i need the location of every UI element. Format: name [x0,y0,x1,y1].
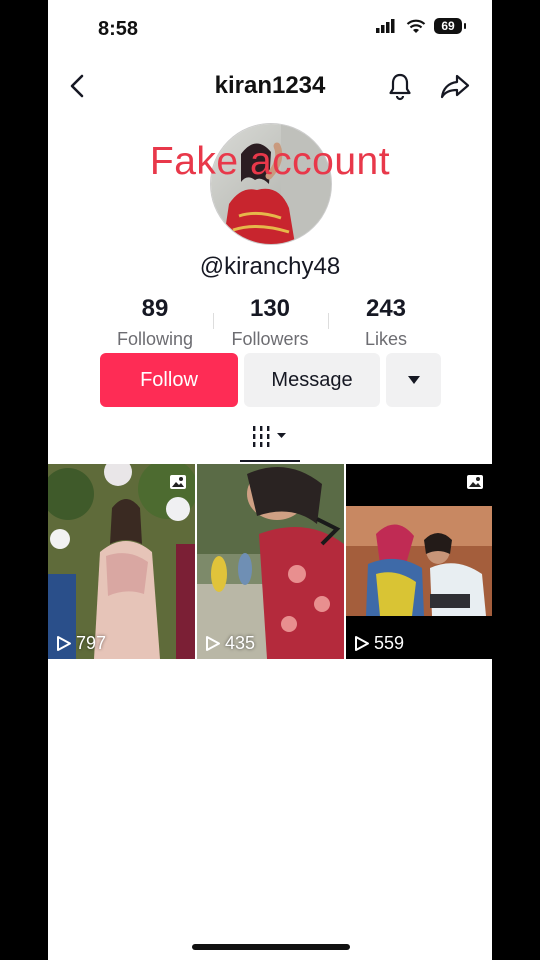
profile-stats: 89 Following 130 Followers 243 Likes [48,295,492,355]
stat-value: 130 [249,295,291,322]
view-count: 797 [56,633,106,654]
status-time: 8:58 [98,18,139,40]
nav-bar: kiran1234 [48,62,492,110]
stat-value: 243 [365,295,407,322]
bell-icon[interactable] [384,70,416,102]
more-options-button[interactable] [386,353,441,407]
overlay-caption: Fake account [149,140,391,183]
grid-icon [253,426,286,447]
play-icon [57,636,71,651]
view-count: 559 [354,633,404,654]
follow-button[interactable]: Follow [100,353,238,407]
tab-videos[interactable] [251,426,291,455]
status-icons: 69 [376,18,466,34]
stat-label: Followers [231,329,309,349]
battery-icon: 69 [434,18,466,34]
content-tabs [48,418,492,464]
home-indicator[interactable] [192,944,350,950]
video-thumbnail [346,464,492,659]
video-tile[interactable]: 559 [346,464,492,659]
profile-actions: Follow Message [48,353,492,409]
stat-label: Following [116,329,194,349]
play-icon [355,636,369,651]
video-tile[interactable]: 797 [48,464,195,659]
status-bar: 8:58 69 [48,0,492,58]
photo-post-icon [467,475,483,489]
view-count-value: 559 [374,633,405,653]
tab-indicator [240,460,300,462]
stat-following[interactable]: 89 Following [95,295,215,350]
stat-followers[interactable]: 130 Followers [210,295,330,350]
view-count-value: 435 [225,633,256,653]
caret-down-icon [407,376,420,384]
video-grid: 797 435 559 [48,464,492,659]
message-button[interactable]: Message [244,353,380,407]
stat-value: 89 [141,295,169,322]
wifi-icon [406,19,426,33]
signal-icon [376,19,395,33]
profile-username: @kiranchy48 [199,253,341,280]
photo-post-icon [170,475,186,489]
app-screen: 8:58 69 kiran1234 Fake account @kiranchy… [48,0,492,960]
video-thumbnail [48,464,195,659]
video-tile[interactable]: 435 [197,464,344,659]
play-icon [206,636,220,651]
share-icon[interactable] [438,70,472,102]
view-count: 435 [205,633,255,654]
page-title: kiran1234 [214,72,326,99]
video-thumbnail [197,464,344,659]
view-count-value: 797 [76,633,107,653]
stat-likes: 243 Likes [326,295,446,350]
stat-label: Likes [364,329,408,349]
